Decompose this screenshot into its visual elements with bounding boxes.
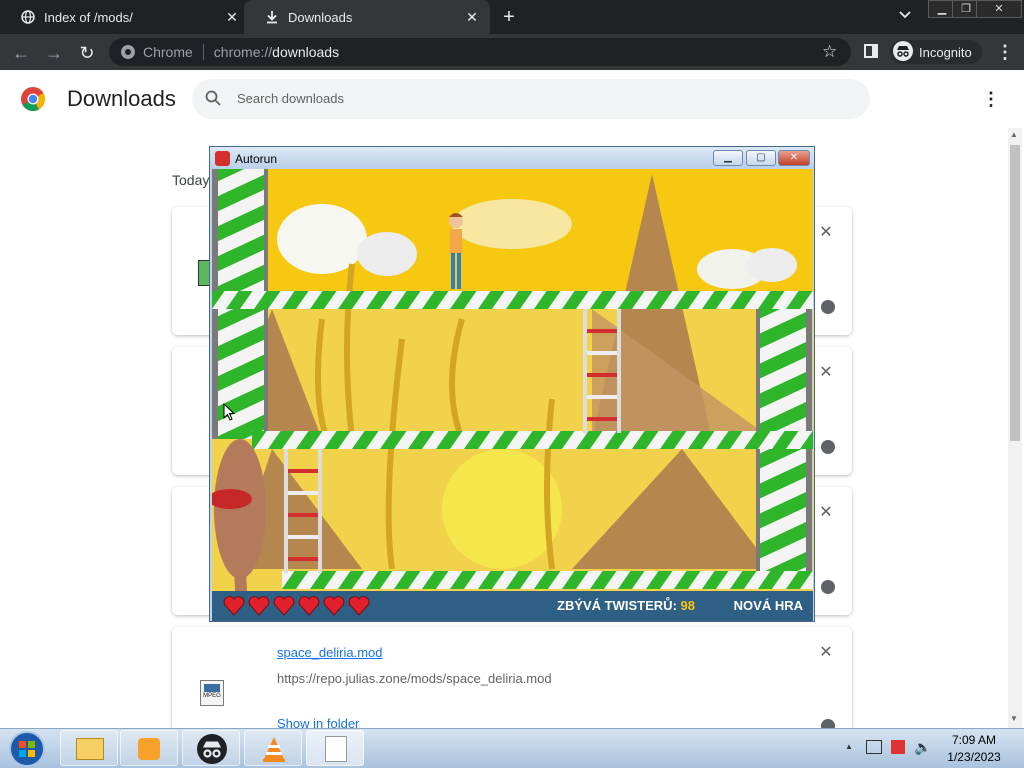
remove-download-icon[interactable]: ✕ xyxy=(818,645,834,661)
search-placeholder: Search downloads xyxy=(237,91,344,106)
game-hud: ZBÝVÁ TWISTERŮ: 98 NOVÁ HRA xyxy=(212,591,813,621)
reload-icon[interactable]: ↻ xyxy=(76,42,98,64)
file-icon-label: MPEG xyxy=(203,693,221,699)
omnibox-chip: Chrome xyxy=(143,44,204,60)
search-icon xyxy=(205,90,221,111)
twisters-remaining-count: 98 xyxy=(680,598,695,613)
scrollbar-thumb[interactable] xyxy=(1010,145,1020,441)
download-status-icon xyxy=(821,300,835,314)
side-panel-icon[interactable] xyxy=(864,44,878,58)
close-window-button[interactable]: ✕ xyxy=(976,0,1022,18)
tab-title: Downloads xyxy=(288,9,353,25)
twisters-remaining-label: ZBÝVÁ TWISTERŮ: 98 xyxy=(557,598,695,613)
game-scene xyxy=(212,169,813,621)
life-heart-icon xyxy=(248,596,270,616)
profile-label: Incognito xyxy=(919,44,972,60)
page-title: Downloads xyxy=(67,86,176,111)
browser-menu-icon[interactable]: ⋮ xyxy=(996,42,1014,62)
tab-index-of-mods[interactable]: Index of /mods/ ✕ xyxy=(0,0,250,34)
more-actions-icon[interactable]: ⋮ xyxy=(982,88,1000,110)
tab-search-chevron-icon[interactable] xyxy=(896,8,914,26)
remove-download-icon[interactable]: ✕ xyxy=(818,225,834,241)
vlc-icon xyxy=(260,735,288,768)
life-heart-icon xyxy=(273,596,295,616)
mouse-cursor-icon xyxy=(223,402,236,426)
autorun-icon xyxy=(325,736,347,762)
tab-title: Index of /mods/ xyxy=(44,9,133,25)
autorun-app-icon xyxy=(215,151,230,166)
incognito-icon xyxy=(893,40,913,64)
download-source-url: https://repo.julias.zone/mods/space_deli… xyxy=(277,671,552,686)
clock-date[interactable]: 1/23/2023 xyxy=(930,750,1018,764)
volume-icon[interactable]: 🔈 xyxy=(914,739,931,756)
maximize-button[interactable]: ▢ xyxy=(746,150,776,166)
download-status-icon xyxy=(821,580,835,594)
close-tab-icon[interactable]: ✕ xyxy=(224,9,240,25)
life-heart-icon xyxy=(323,596,345,616)
windows-start-button[interactable] xyxy=(8,730,46,773)
clock-time[interactable]: 7:09 AM xyxy=(930,733,1018,747)
chrome-logo-icon xyxy=(120,44,136,65)
forward-arrow-icon[interactable]: → xyxy=(43,42,65,64)
remove-download-icon[interactable]: ✕ xyxy=(818,505,834,521)
file-icon-stripe xyxy=(204,684,220,692)
url-prefix: chrome:// xyxy=(213,44,273,60)
url-path: downloads xyxy=(272,44,340,60)
autorun-title: Autorun xyxy=(235,152,278,166)
game-canvas[interactable]: ZBÝVÁ TWISTERŮ: 98 NOVÁ HRA xyxy=(212,169,813,621)
minimize-button[interactable]: ▁ xyxy=(713,150,743,166)
action-center-flag-icon[interactable] xyxy=(891,740,905,754)
media-player-icon xyxy=(138,738,160,760)
explorer-icon xyxy=(76,738,104,760)
close-tab-icon[interactable]: ✕ xyxy=(464,9,480,25)
download-status-icon xyxy=(821,440,835,454)
taskbar-incognito-button[interactable] xyxy=(182,730,240,766)
taskbar-media-player-button[interactable] xyxy=(120,730,178,766)
tab-downloads[interactable]: Downloads ✕ xyxy=(244,0,490,34)
network-icon[interactable] xyxy=(866,740,882,754)
download-icon xyxy=(264,9,280,25)
lives-hearts xyxy=(223,596,370,616)
omnibox-url[interactable]: chrome://downloads xyxy=(214,44,339,60)
globe-icon xyxy=(20,9,36,25)
life-heart-icon xyxy=(348,596,370,616)
address-bar[interactable]: Chrome chrome://downloads xyxy=(109,38,851,66)
incognito-icon xyxy=(197,734,227,769)
date-group-label: Today xyxy=(172,172,210,188)
scroll-up-icon[interactable]: ▲ xyxy=(1010,130,1018,139)
new-tab-button[interactable]: + xyxy=(498,6,520,28)
chrome-logo-icon xyxy=(20,86,46,117)
taskbar-explorer-button[interactable] xyxy=(60,730,118,766)
close-button[interactable]: ✕ xyxy=(778,150,810,166)
download-file-name-link[interactable]: space_deliria.mod xyxy=(277,645,383,660)
back-arrow-icon[interactable]: ← xyxy=(10,42,32,64)
scroll-down-icon[interactable]: ▼ xyxy=(1010,714,1018,723)
remove-download-icon[interactable]: ✕ xyxy=(818,365,834,381)
life-heart-icon xyxy=(298,596,320,616)
mpeg-file-icon: MPEG xyxy=(200,680,224,706)
incognito-profile-button[interactable]: Incognito xyxy=(890,40,982,64)
taskbar-autorun-button[interactable] xyxy=(306,730,364,766)
show-hidden-icons-icon[interactable]: ▲ xyxy=(845,742,853,751)
taskbar-vlc-button[interactable] xyxy=(244,730,302,766)
new-game-button[interactable]: NOVÁ HRA xyxy=(734,598,803,613)
bookmark-star-icon[interactable]: ☆ xyxy=(822,42,837,62)
autorun-window[interactable]: Autorun ▁ ▢ ✕ ZBÝVÁ TWISTERŮ: 98 NOVÁ HR… xyxy=(209,146,815,622)
life-heart-icon xyxy=(223,596,245,616)
